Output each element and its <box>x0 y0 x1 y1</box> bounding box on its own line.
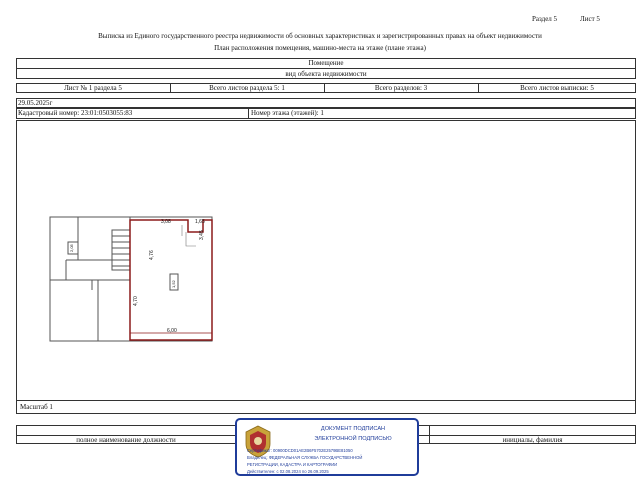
e-signature-stamp: ДОКУМЕНТ ПОДПИСАН ЭЛЕКТРОННОЙ ПОДПИСЬЮ С… <box>235 418 419 476</box>
small-room-label: 2,05 <box>69 244 74 252</box>
dim-right: 3,45 <box>199 230 205 240</box>
room-label: 1,52 <box>171 280 176 288</box>
stamp-validity: Действителен: с 02.08.2024 по 26.09.2025 <box>247 469 329 474</box>
dim-top: 3,08 <box>161 219 171 225</box>
dim-left-lower: 4,70 <box>133 296 139 306</box>
dim-bottom: 6,00 <box>167 328 177 334</box>
stamp-subtitle: ЭЛЕКТРОННОЙ ПОДПИСЬЮ <box>314 436 392 442</box>
stamp-owner-line1: Владелец: ФЕДЕРАЛЬНАЯ СЛУЖБА ГОСУДАРСТВЕ… <box>247 455 363 460</box>
stamp-certificate: Сертификат: 00900DCD01AE2B6F5702E2579BE8… <box>247 448 353 453</box>
position-caption: полное наименование должности <box>76 436 176 444</box>
stamp-owner-line2: РЕГИСТРАЦИИ, КАДАСТРА И КАРТОГРАФИИ <box>247 462 338 467</box>
dim-top-right: 1,65 <box>195 219 205 225</box>
scale-row <box>16 400 636 414</box>
scale-label: Масштаб 1 <box>20 403 53 411</box>
initials-caption: инициалы, фамилия <box>502 436 563 444</box>
dim-left-upper: 4,76 <box>149 250 155 260</box>
stamp-title: ДОКУМЕНТ ПОДПИСАН <box>320 426 386 432</box>
plan-outline <box>49 216 213 342</box>
plan-door <box>185 232 196 247</box>
